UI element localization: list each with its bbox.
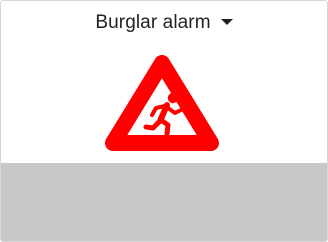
bottom-panel	[1, 163, 327, 241]
alarm-type-dropdown[interactable]: Burglar alarm	[1, 9, 327, 37]
caret-down-icon	[220, 19, 233, 25]
dropdown-selected-label: Burglar alarm	[95, 12, 211, 33]
alarm-widget-card: Burglar alarm	[0, 0, 328, 242]
widget-header: Burglar alarm	[1, 1, 327, 163]
burglar-warning-icon	[105, 55, 219, 151]
